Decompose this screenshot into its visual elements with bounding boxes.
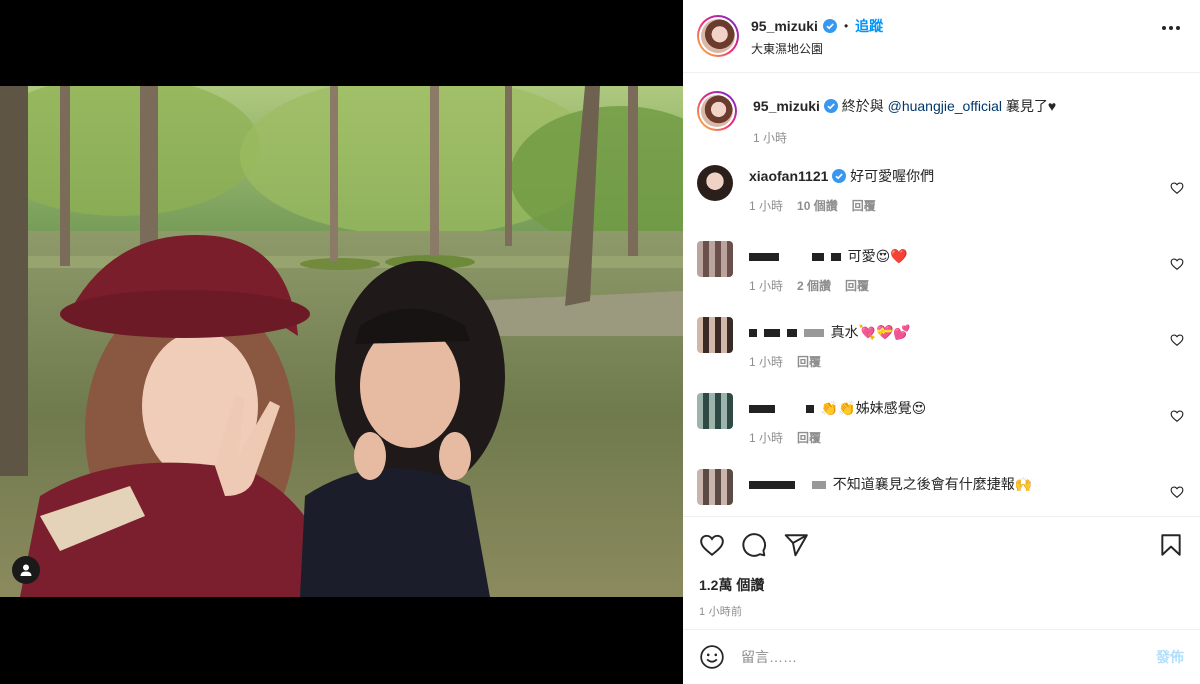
verified-badge-icon [822,18,837,33]
comment-likes[interactable]: 10 個讚 [797,197,838,214]
comment-avatar[interactable] [697,165,733,201]
reply-button[interactable]: 回覆 [797,429,821,446]
comment-item: 可愛😍❤️ 1 小時 2 個讚 回覆 [697,241,1184,317]
verified-badge-icon [832,169,847,183]
comment-likes[interactable]: 2 個讚 [797,277,831,294]
post-media [0,0,683,684]
caption-time[interactable]: 1 小時 [753,129,787,146]
like-comment-heart-icon[interactable] [1170,485,1184,499]
post-header: 95_mizuki • 追蹤 大東濕地公園 [683,0,1200,73]
comment-time[interactable]: 1 小時 [749,277,783,294]
post-modal: 95_mizuki • 追蹤 大東濕地公園 95_mizuki 終於與 @hua… [0,0,1200,684]
bookmark-icon[interactable] [1158,532,1184,558]
caption-avatar[interactable] [697,91,737,131]
like-comment-heart-icon[interactable] [1170,333,1184,347]
post-details-panel: 95_mizuki • 追蹤 大東濕地公園 95_mizuki 終於與 @hua… [683,0,1200,684]
caption: 95_mizuki 終於與 @huangjie_official 襄見了♥ 1 … [697,91,1184,165]
comment-input[interactable] [741,649,1156,665]
comment-avatar-pixelated[interactable] [697,393,733,429]
censored-username [786,329,797,338]
more-options-icon[interactable] [1162,26,1180,30]
comments-list[interactable]: 95_mizuki 終於與 @huangjie_official 襄見了♥ 1 … [683,73,1200,516]
likes-count[interactable]: 1.2萬 個讚 [699,575,1184,595]
post-actions: 1.2萬 個讚 1 小時前 [683,516,1200,619]
comment-username[interactable]: xiaofan1121 [749,168,828,184]
censored-username [763,329,780,338]
reply-button[interactable]: 回覆 [797,353,821,370]
caption-mention[interactable]: @huangjie_official [888,98,1002,114]
comment-avatar-pixelated[interactable] [697,317,733,353]
post-location[interactable]: 大東濕地公園 [751,40,883,57]
tagged-users-button[interactable] [12,556,40,584]
post-photo[interactable] [0,86,683,597]
caption-text-suffix: 襄見了 [1001,98,1048,114]
comment-time[interactable]: 1 小時 [749,197,783,214]
heart-icon[interactable] [699,532,725,558]
comment-avatar-pixelated[interactable] [697,241,733,277]
author-username[interactable]: 95_mizuki [751,18,818,34]
like-comment-heart-icon[interactable] [1170,257,1184,271]
censored-username [749,329,757,338]
posted-time[interactable]: 1 小時前 [699,603,1184,619]
user-icon [20,564,32,576]
comment-time[interactable]: 1 小時 [749,353,783,370]
censored-username [830,253,841,262]
comment-text: 可愛😍❤️ [847,248,908,264]
comment-text: 👏👏姊妹感覺😍 [820,400,927,416]
censored-username [749,253,779,262]
share-icon[interactable] [783,532,809,558]
like-comment-heart-icon[interactable] [1170,181,1184,195]
emoji-icon[interactable] [699,644,725,670]
separator-dot: • [843,18,849,33]
comment-text: 不知道襄見之後會有什麼捷報🙌 [832,476,1033,492]
comment-item: xiaofan1121 好可愛喔你們 1 小時 10 個讚 回覆 [697,165,1184,241]
caption-username[interactable]: 95_mizuki [753,98,820,114]
park-selfie-image [0,86,683,597]
comment-time[interactable]: 1 小時 [749,429,783,446]
comment-composer: 發佈 [683,629,1200,684]
comment-item: 不知道襄見之後會有什麼捷報🙌 [697,469,1184,516]
reply-button[interactable]: 回覆 [852,197,876,214]
comment-text: 好可愛喔你們 [850,168,935,184]
comment-item: 👏👏姊妹感覺😍 1 小時 回覆 [697,393,1184,469]
reply-button[interactable]: 回覆 [845,277,869,294]
censored-username [811,253,824,262]
like-comment-heart-icon[interactable] [1170,409,1184,423]
post-comment-button[interactable]: 發佈 [1156,647,1184,667]
caption-heart: ♥ [1047,98,1057,114]
censored-username [749,405,775,414]
censored-username [749,481,795,490]
verified-badge-icon [823,99,838,113]
censored-username [803,329,824,338]
follow-button[interactable]: 追蹤 [855,16,883,36]
caption-text-prefix: 終於與 [841,98,888,114]
author-avatar[interactable] [697,15,739,57]
censored-username [805,405,814,414]
censored-username [811,481,826,490]
comment-icon[interactable] [741,532,767,558]
comment-item: 真水💘💝💕 1 小時 回覆 [697,317,1184,393]
comment-avatar-pixelated[interactable] [697,469,733,505]
comment-text: 真水💘💝💕 [830,324,911,340]
